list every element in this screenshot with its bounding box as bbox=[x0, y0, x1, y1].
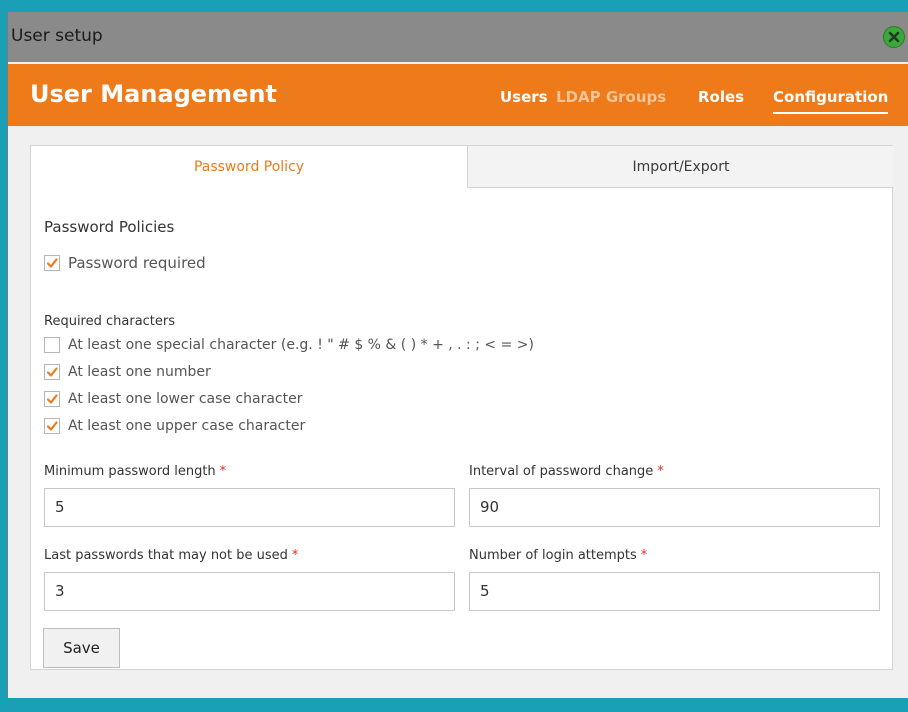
special-char-label: At least one special character (e.g. ! "… bbox=[68, 337, 534, 353]
app-header: User Management Users LDAP Groups Roles … bbox=[8, 64, 908, 126]
interval-label: Interval of password change * bbox=[469, 464, 664, 479]
tab-import-export[interactable]: Import/Export bbox=[467, 146, 894, 188]
nav-ldap-groups[interactable]: LDAP Groups bbox=[556, 88, 666, 106]
interval-input[interactable]: 90 bbox=[469, 488, 880, 527]
lowercase-row[interactable]: At least one lower case character bbox=[44, 391, 303, 407]
uppercase-label: At least one upper case character bbox=[68, 418, 306, 434]
user-setup-window: User setup User Management Users LDAP Gr… bbox=[7, 12, 908, 698]
config-panel: Password Policy Import/Export Password P… bbox=[30, 145, 894, 670]
number-row[interactable]: At least one number bbox=[44, 364, 211, 380]
window-titlebar[interactable]: User setup bbox=[8, 12, 908, 62]
password-required-label: Password required bbox=[68, 254, 206, 272]
required-mark: * bbox=[657, 464, 664, 479]
uppercase-checkbox[interactable] bbox=[44, 418, 60, 434]
number-checkbox[interactable] bbox=[44, 364, 60, 380]
number-label: At least one number bbox=[68, 364, 211, 380]
last-passwords-input[interactable]: 3 bbox=[44, 572, 455, 611]
close-icon[interactable] bbox=[883, 26, 905, 48]
password-required-checkbox[interactable] bbox=[44, 255, 60, 271]
window-title: User setup bbox=[11, 26, 103, 46]
min-length-label: Minimum password length * bbox=[44, 464, 227, 479]
required-mark: * bbox=[219, 464, 227, 479]
nav-roles[interactable]: Roles bbox=[698, 88, 744, 106]
uppercase-row[interactable]: At least one upper case character bbox=[44, 418, 305, 434]
login-attempts-label: Number of login attempts * bbox=[469, 548, 648, 563]
last-passwords-label: Last passwords that may not be used * bbox=[44, 548, 299, 563]
page-title: User Management bbox=[30, 80, 277, 108]
special-char-row[interactable]: At least one special character (e.g. ! "… bbox=[44, 337, 534, 353]
min-length-input[interactable]: 5 bbox=[44, 488, 455, 527]
nav-users[interactable]: Users bbox=[500, 88, 548, 106]
nav-configuration[interactable]: Configuration bbox=[773, 88, 889, 114]
required-mark: * bbox=[640, 548, 648, 563]
required-mark: * bbox=[291, 548, 299, 563]
lowercase-checkbox[interactable] bbox=[44, 391, 60, 407]
save-button[interactable]: Save bbox=[43, 628, 120, 668]
required-characters-title: Required characters bbox=[44, 314, 176, 329]
section-title: Password Policies bbox=[44, 218, 175, 236]
password-required-row[interactable]: Password required bbox=[44, 254, 206, 272]
special-char-checkbox[interactable] bbox=[44, 337, 60, 353]
bottom-frame bbox=[0, 698, 908, 712]
login-attempts-input[interactable]: 5 bbox=[469, 572, 880, 611]
tab-password-policy[interactable]: Password Policy bbox=[31, 146, 467, 188]
lowercase-label: At least one lower case character bbox=[68, 391, 303, 407]
